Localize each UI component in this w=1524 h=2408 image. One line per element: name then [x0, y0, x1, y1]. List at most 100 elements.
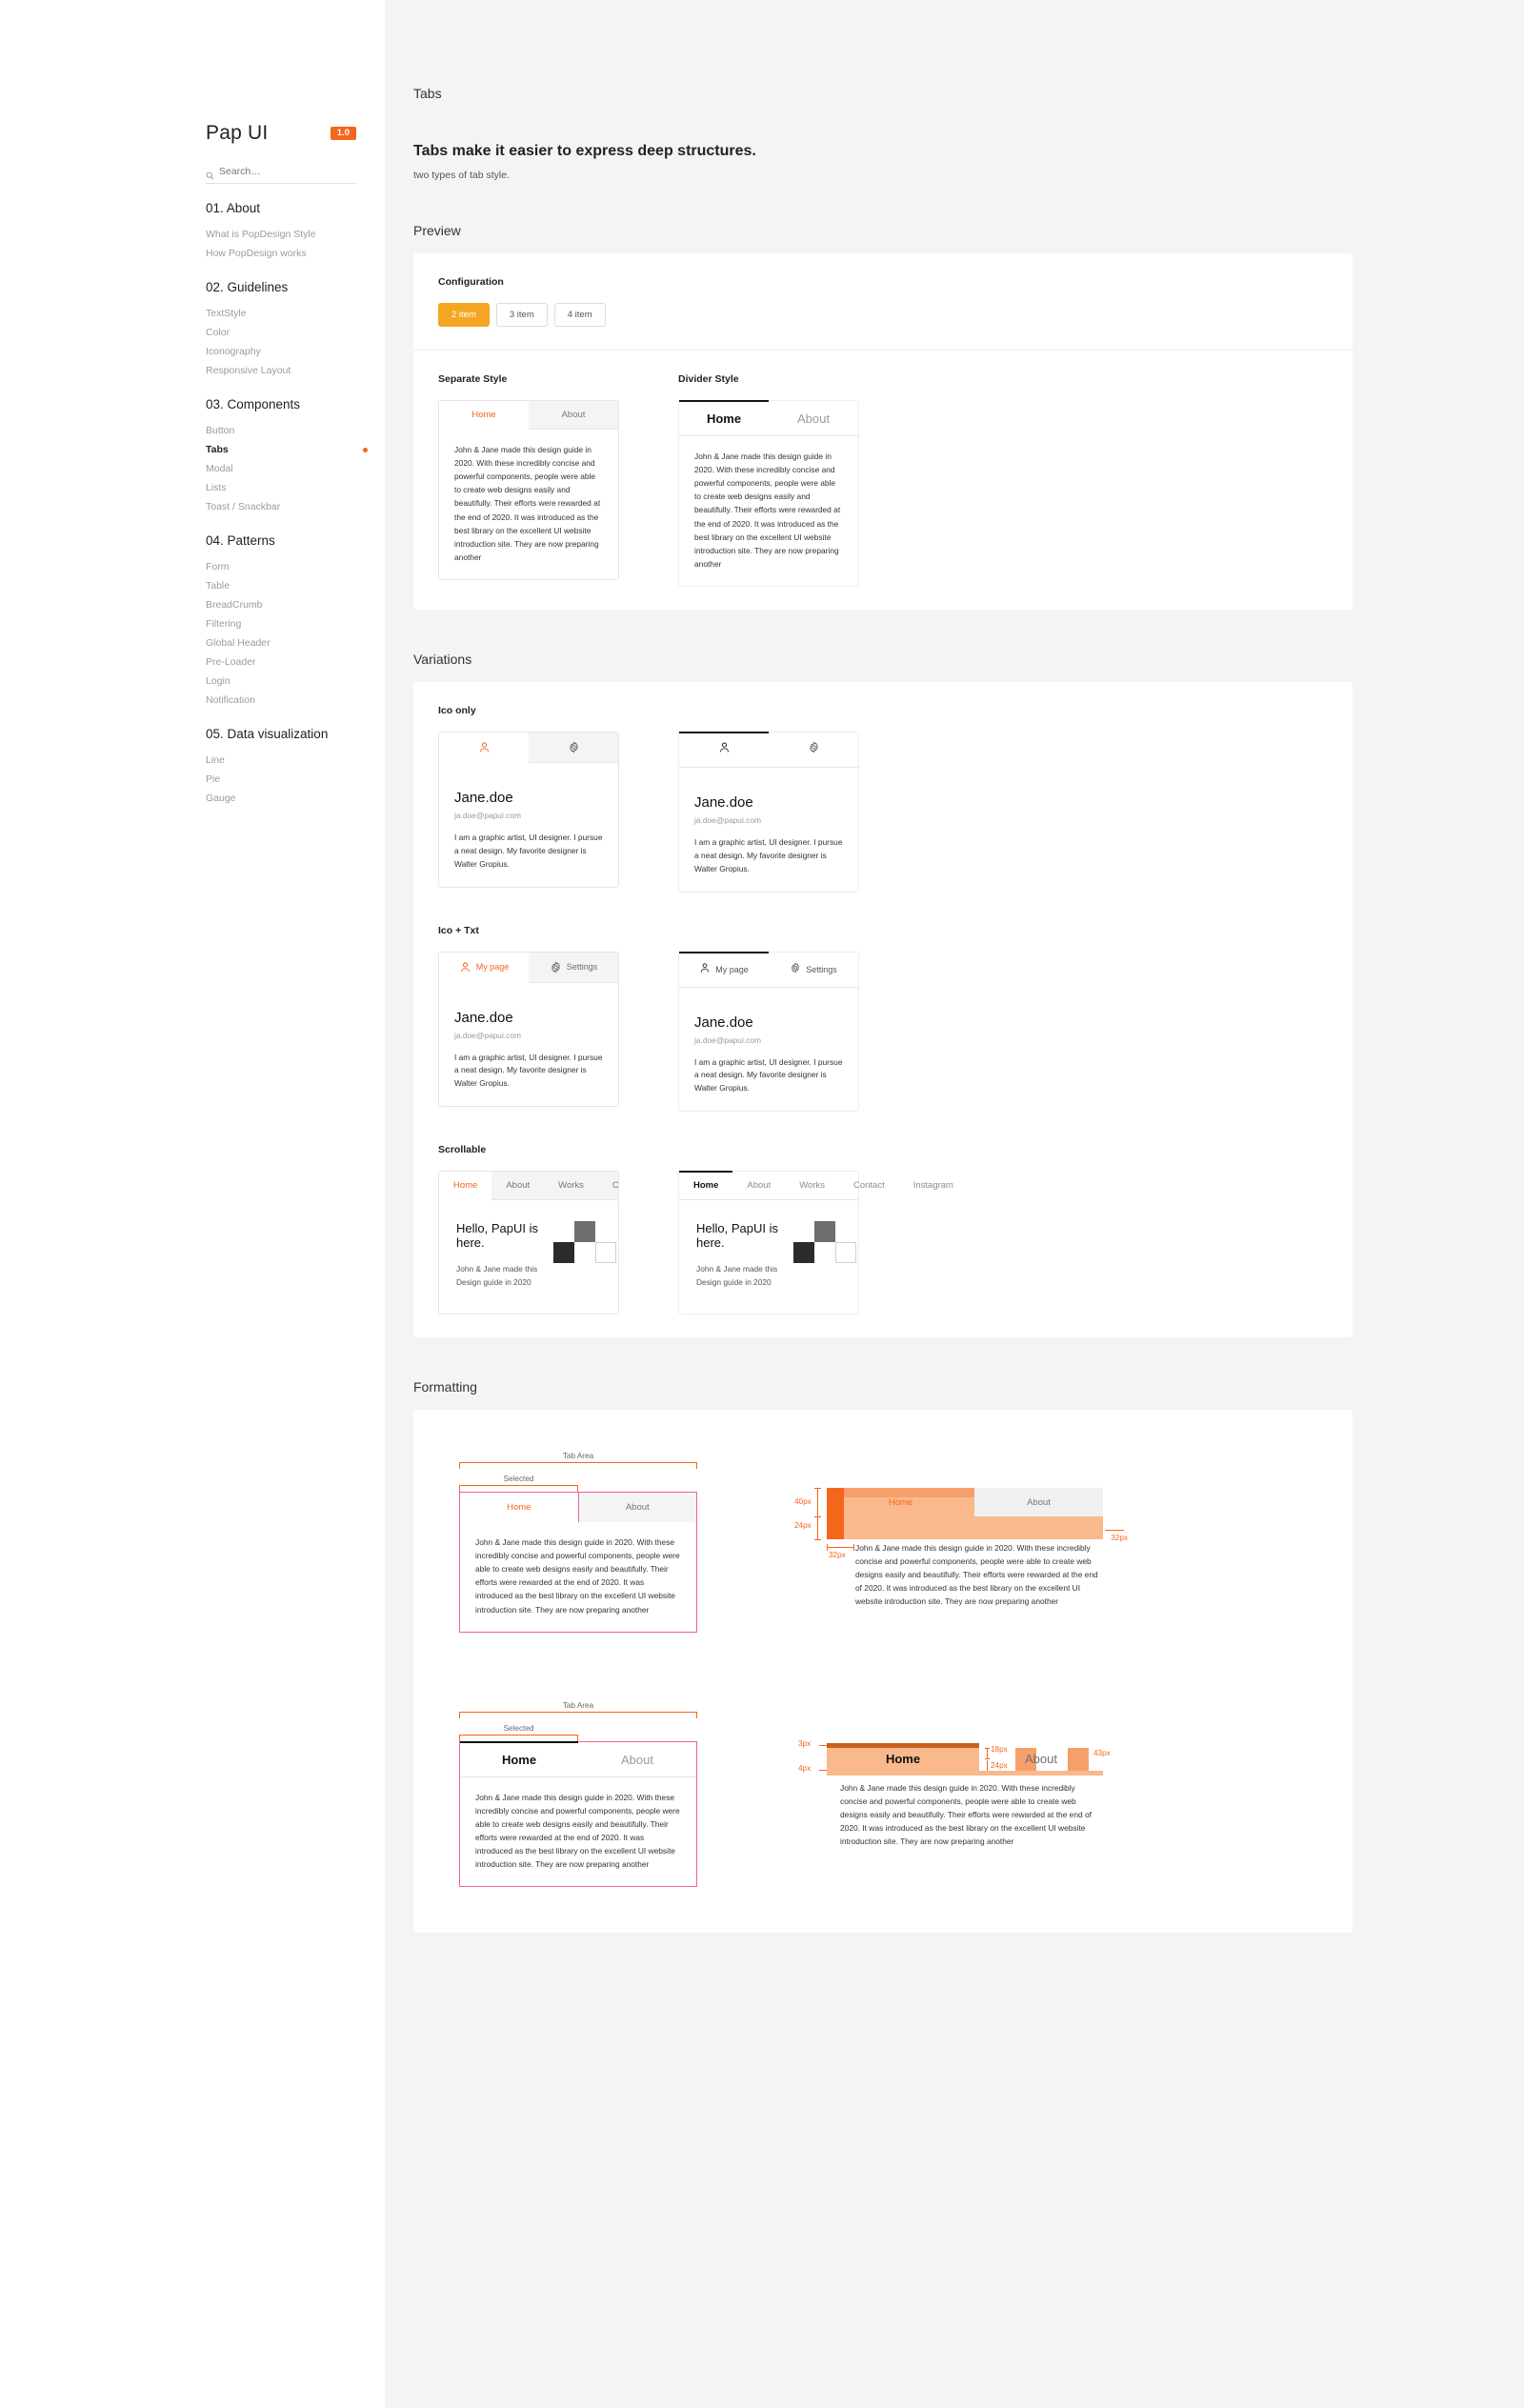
formatting-row-divider: Tab Area Selected Home About John & Jane… [413, 1701, 1353, 1888]
scrollable-divider: Home About Works Contact Instagram Hello… [678, 1171, 953, 1315]
tab-panel: Jane.doe ja.doe@papui.com I am a graphic… [439, 983, 618, 1107]
sidebar-item-global-header[interactable]: Global Header [206, 633, 377, 652]
divider-style-label: Divider Style [678, 373, 739, 385]
tabbar[interactable]: Home About Works Contact Instagram [439, 1172, 618, 1201]
user-icon [459, 961, 471, 973]
annotated-divider: 3px 4px Home About 18px 24px 43px John &… [798, 1739, 1111, 1849]
sidebar-item-what-is-popdesign-style[interactable]: What is PopDesign Style [206, 225, 377, 244]
tab-works[interactable]: Works [785, 1172, 839, 1199]
profile-bio: I am a graphic artist, UI designer. I pu… [694, 836, 843, 873]
nav-group-components: 03. Components Button Tabs Modal Lists T… [206, 397, 377, 516]
tabbar[interactable]: Home About Works Contact Instagram [679, 1171, 953, 1201]
sidebar-item-label: Lists [206, 482, 227, 493]
sidebar-item-label: Notification [206, 694, 255, 706]
tab-panel-text: John & Jane made this design guide in 20… [840, 1782, 1092, 1847]
sidebar-item-form[interactable]: Form [206, 557, 377, 576]
nav-group-title: 05. Data visualization [206, 727, 329, 741]
selected-bracket [459, 1734, 578, 1741]
variations-card: Ico only Jane.doe ja.doe@papui.com I am … [413, 681, 1353, 1338]
sidebar-item-label: TextStyle [206, 308, 247, 319]
tab-about[interactable]: About [732, 1172, 785, 1199]
sidebar-item-breadcrumb[interactable]: BreadCrumb [206, 595, 377, 614]
tab-settings[interactable]: Settings [769, 953, 858, 987]
tab-home[interactable]: Home [439, 401, 529, 430]
configuration-label: Configuration [438, 276, 504, 288]
sidebar-item-button[interactable]: Button [206, 421, 377, 440]
configuration-block: Configuration 2 item 3 item 4 item [413, 253, 1353, 350]
tabbar: My page Settings [679, 951, 858, 988]
sidebar-item-notification[interactable]: Notification [206, 691, 377, 710]
sidebar-item-toast-snackbar[interactable]: Toast / Snackbar [206, 497, 377, 516]
tab-about[interactable]: About [578, 1493, 696, 1523]
sidebar-item-label: Gauge [206, 793, 236, 804]
sidebar-item-responsive-layout[interactable]: Responsive Layout [206, 361, 377, 380]
dim-indicator-height: 24px [794, 1521, 812, 1531]
sidebar-item-how-popdesign-works[interactable]: How PopDesign works [206, 244, 377, 263]
tab-home[interactable]: Home [679, 1171, 733, 1199]
sidebar-item-pre-loader[interactable]: Pre-Loader [206, 652, 377, 672]
tabbar: Home About [439, 401, 618, 430]
config-option-3-item[interactable]: 3 item [495, 303, 548, 327]
sidebar-item-label: Table [206, 580, 231, 592]
separate-spec-guides: Tab Area Selected Home About John & Jane… [459, 1452, 773, 1633]
tab-works[interactable]: Works [544, 1172, 598, 1201]
sidebar-item-login[interactable]: Login [206, 672, 377, 691]
tab-home[interactable]: Home [459, 1492, 579, 1523]
sidebar-item-modal[interactable]: Modal [206, 459, 377, 478]
tab-panel: Jane.doe ja.doe@papui.com I am a graphic… [679, 768, 858, 892]
sidebar-nav: 01. About What is PopDesign Style How Po… [206, 201, 377, 808]
sidebar-item-filtering[interactable]: Filtering [206, 614, 377, 633]
tab-contact[interactable]: Contact [597, 1172, 618, 1201]
tab-instagram[interactable]: Instagram [899, 1172, 968, 1199]
tabbar: Home About [460, 1740, 696, 1777]
logo-squares-icon [793, 1221, 857, 1264]
config-option-2-item[interactable]: 2 item [438, 303, 490, 327]
sidebar-item-label: Global Header [206, 637, 271, 649]
sidebar-item-label: Pie [206, 773, 221, 785]
tab-about[interactable]: About [578, 1742, 696, 1776]
tab-user[interactable] [679, 731, 769, 767]
tab-my-page[interactable]: My page [439, 952, 529, 983]
tab-about[interactable]: About [979, 1752, 1103, 1766]
tab-settings[interactable] [529, 732, 618, 763]
search-input[interactable] [219, 166, 343, 177]
dim-tab-height: 40px [794, 1497, 812, 1507]
tab-home[interactable]: Home [460, 1740, 578, 1776]
sidebar-item-textstyle[interactable]: TextStyle [206, 304, 377, 323]
sidebar-item-tabs[interactable]: Tabs [206, 440, 377, 459]
tab-contact[interactable]: Contact [839, 1172, 899, 1199]
sidebar-item-iconography[interactable]: Iconography [206, 342, 377, 361]
sidebar-item-pie[interactable]: Pie [206, 770, 377, 789]
variations-body: Ico only Jane.doe ja.doe@papui.com I am … [413, 682, 1353, 1337]
tab-about[interactable]: About [491, 1172, 545, 1201]
sidebar-item-table[interactable]: Table [206, 576, 377, 595]
tab-home[interactable]: Home [439, 1172, 492, 1201]
tab-settings[interactable] [769, 732, 858, 767]
sidebar-item-label: Form [206, 561, 230, 572]
tab-settings[interactable]: Settings [529, 952, 618, 983]
tab-panel: Jane.doe ja.doe@papui.com I am a graphic… [679, 988, 858, 1112]
tab-about[interactable]: About [529, 401, 618, 430]
tabbar: My page Settings [439, 952, 618, 983]
sidebar-item-label: Login [206, 675, 231, 687]
sidebar-item-label: Line [206, 754, 225, 766]
search-box[interactable] [206, 166, 356, 184]
separate-style-example: Separate Style Home About John & Jane ma… [438, 373, 619, 587]
sidebar-item-line[interactable]: Line [206, 751, 377, 770]
sidebar-item-gauge[interactable]: Gauge [206, 789, 377, 808]
config-option-4-item[interactable]: 4 item [553, 303, 606, 327]
sidebar-item-color[interactable]: Color [206, 323, 377, 342]
tab-home[interactable]: Home [827, 1488, 974, 1516]
tab-home[interactable]: Home [827, 1752, 979, 1766]
sidebar-item-label: Toast / Snackbar [206, 501, 281, 512]
tab-my-page[interactable]: My page [679, 951, 769, 987]
tab-home[interactable]: Home [679, 400, 769, 435]
ico-txt-divider: My page Settings Jane.doe ja.doe@papui.c… [678, 951, 859, 1113]
tab-about[interactable]: About [974, 1488, 1103, 1516]
separate-spec-annotated: 40px 24px Home About 32px 32px John & Ja… [794, 1452, 1141, 1633]
scrollable-separate: Home About Works Contact Instagram [438, 1171, 619, 1315]
tab-user[interactable] [439, 732, 529, 763]
tab-about[interactable]: About [769, 401, 858, 435]
sidebar-item-lists[interactable]: Lists [206, 478, 377, 497]
nav-group-title: 03. Components [206, 397, 301, 411]
